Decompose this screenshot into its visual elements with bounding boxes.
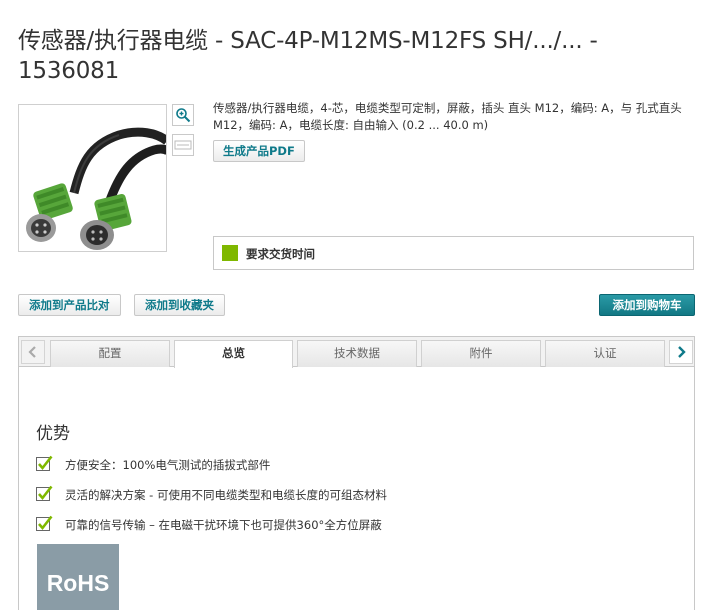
check-mark-icon: [36, 455, 53, 471]
tab-technical-data[interactable]: 技术数据: [297, 340, 417, 367]
tab-accessories[interactable]: 附件: [421, 340, 541, 367]
tab-configuration[interactable]: 配置: [50, 340, 170, 367]
generate-pdf-button[interactable]: 生成产品PDF: [213, 140, 305, 162]
image-thumbnail-icon: [174, 140, 192, 150]
tab-bar: 配置 总览 技术数据 附件 认证: [19, 337, 694, 368]
zoom-button[interactable]: [172, 104, 194, 126]
advantage-text: 方便安全：100%电气测试的插拔式部件: [65, 458, 271, 472]
chevron-left-icon: [28, 346, 36, 358]
page-title: 传感器/执行器电缆 - SAC-4P-M12MS-M12FS SH/.../..…: [18, 28, 598, 84]
thumbnail-button[interactable]: [172, 134, 194, 156]
zoom-in-icon: [176, 108, 191, 123]
cable-product-illustration: [26, 127, 166, 250]
add-to-favorites-button[interactable]: 添加到收藏夹: [134, 294, 225, 316]
product-description: 传感器/执行器电缆，4-芯，电缆类型可定制，屏蔽，插头 直头 M12，编码: A…: [213, 101, 682, 132]
rohs-badge: RoHS: [37, 544, 119, 610]
delivery-time-label[interactable]: 要求交货时间: [246, 246, 315, 262]
tab-certifications[interactable]: 认证: [545, 340, 665, 367]
tab-prev-button[interactable]: [21, 340, 45, 364]
advantage-text: 灵活的解决方案 - 可使用不同电缆类型和电缆长度的可组态材料: [65, 488, 387, 502]
check-mark-icon: [36, 515, 53, 531]
delivery-time-box: 要求交货时间: [213, 236, 694, 270]
advantages-heading: 优势: [36, 424, 70, 444]
check-mark-icon: [36, 485, 53, 501]
tab-overview[interactable]: 总览: [174, 340, 293, 368]
chevron-right-icon: [678, 346, 686, 358]
add-to-compare-button[interactable]: 添加到产品比对: [18, 294, 121, 316]
delivery-status-icon: [222, 245, 238, 261]
advantage-text: 可靠的信号传输 – 在电磁干扰环境下也可提供360°全方位屏蔽: [65, 518, 382, 532]
tab-next-button[interactable]: [669, 340, 693, 364]
product-image[interactable]: [18, 104, 167, 252]
add-to-cart-button[interactable]: 添加到购物车: [599, 294, 695, 316]
product-tabs-panel: 配置 总览 技术数据 附件 认证 优势 方便安全：100%电气测试的插拔式部件 …: [18, 336, 695, 610]
